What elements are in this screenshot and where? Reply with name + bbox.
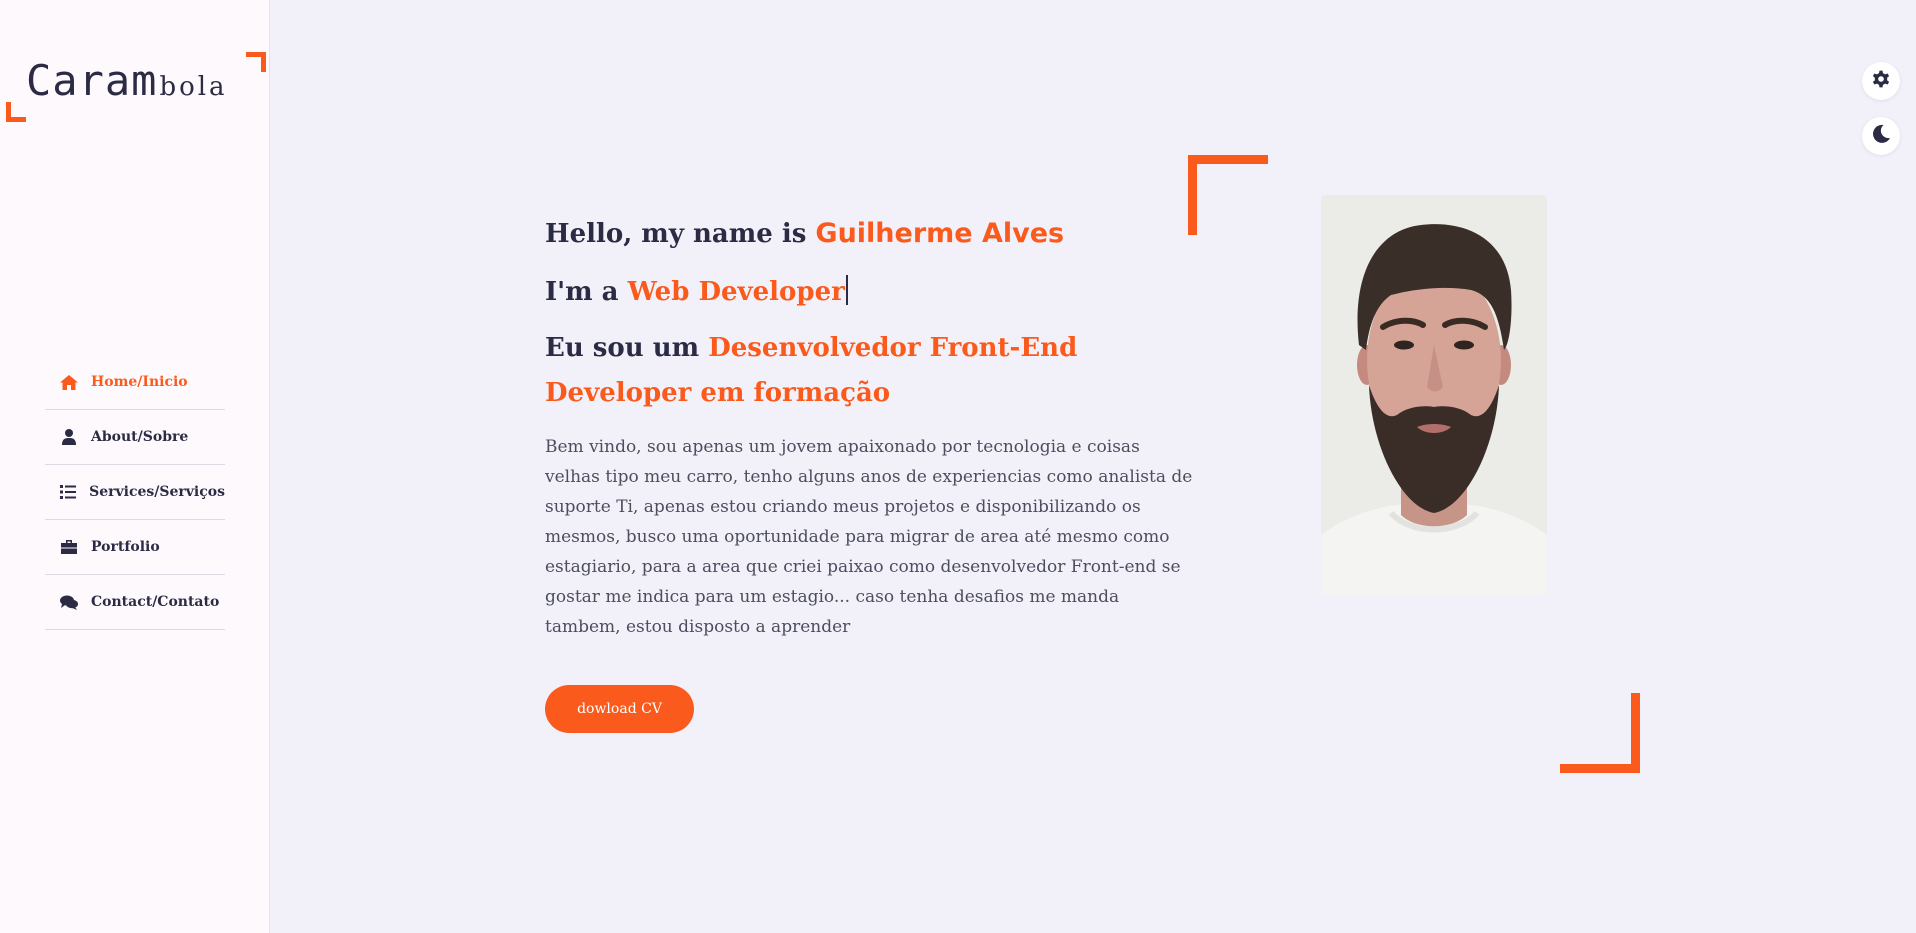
logo-corner-bottom-left bbox=[6, 102, 26, 122]
user-icon bbox=[59, 429, 79, 445]
sidebar-item-portfolio[interactable]: Portfolio bbox=[45, 520, 225, 575]
greeting-heading: Hello, my name is Guilherme Alves bbox=[545, 210, 1205, 258]
intro-paragraph: Bem vindo, sou apenas um jovem apaixonad… bbox=[545, 437, 1193, 637]
sidebar-item-about[interactable]: About/Sobre bbox=[45, 410, 225, 465]
typing-caret bbox=[845, 275, 848, 305]
greeting-prefix: Hello, my name is bbox=[545, 219, 816, 249]
briefcase-icon bbox=[59, 539, 79, 555]
logo[interactable]: Carambola bbox=[6, 52, 266, 122]
gear-icon bbox=[1871, 69, 1891, 93]
settings-button[interactable] bbox=[1862, 62, 1900, 100]
decor-bracket-top-left bbox=[1188, 155, 1268, 235]
sidebar: Carambola Home/Inicio About/Sobre Servic… bbox=[0, 0, 270, 933]
sidebar-nav: Home/Inicio About/Sobre Services/Serviço… bbox=[45, 355, 225, 630]
sidebar-item-label: Contact/Contato bbox=[91, 594, 220, 610]
decor-bracket-bottom-right bbox=[1560, 693, 1640, 773]
sidebar-item-label: Home/Inicio bbox=[91, 374, 188, 390]
sidebar-item-home[interactable]: Home/Inicio bbox=[45, 355, 225, 410]
pt-role-heading: Eu sou um Desenvolvedor Front-End Develo… bbox=[545, 326, 1205, 416]
logo-text-big: Caram bbox=[26, 56, 158, 105]
pt-role-prefix: Eu sou um bbox=[545, 333, 709, 363]
sidebar-item-contact[interactable]: Contact/Contato bbox=[45, 575, 225, 630]
logo-text-small: bola bbox=[159, 72, 228, 102]
theme-toggle-button[interactable] bbox=[1862, 117, 1900, 155]
role-heading: I'm a Web Developer bbox=[545, 268, 1205, 316]
moon-icon bbox=[1871, 124, 1891, 148]
download-cv-button[interactable]: dowload CV bbox=[545, 685, 694, 733]
home-icon bbox=[59, 374, 79, 390]
comments-icon bbox=[59, 594, 79, 610]
list-icon bbox=[59, 484, 77, 500]
sidebar-item-services[interactable]: Services/Serviços bbox=[45, 465, 225, 520]
logo-text: Carambola bbox=[26, 56, 228, 105]
hero-role: Web Developer bbox=[627, 277, 845, 307]
role-prefix: I'm a bbox=[545, 277, 628, 307]
profile-photo bbox=[1321, 195, 1547, 595]
hero-section: Hello, my name is Guilherme Alves I'm a … bbox=[545, 210, 1205, 642]
logo-corner-top-right bbox=[246, 52, 266, 72]
sidebar-item-label: Services/Serviços bbox=[89, 484, 225, 500]
hero-name: Guilherme Alves bbox=[815, 218, 1065, 249]
sidebar-item-label: About/Sobre bbox=[91, 429, 189, 445]
sidebar-item-label: Portfolio bbox=[91, 539, 160, 555]
